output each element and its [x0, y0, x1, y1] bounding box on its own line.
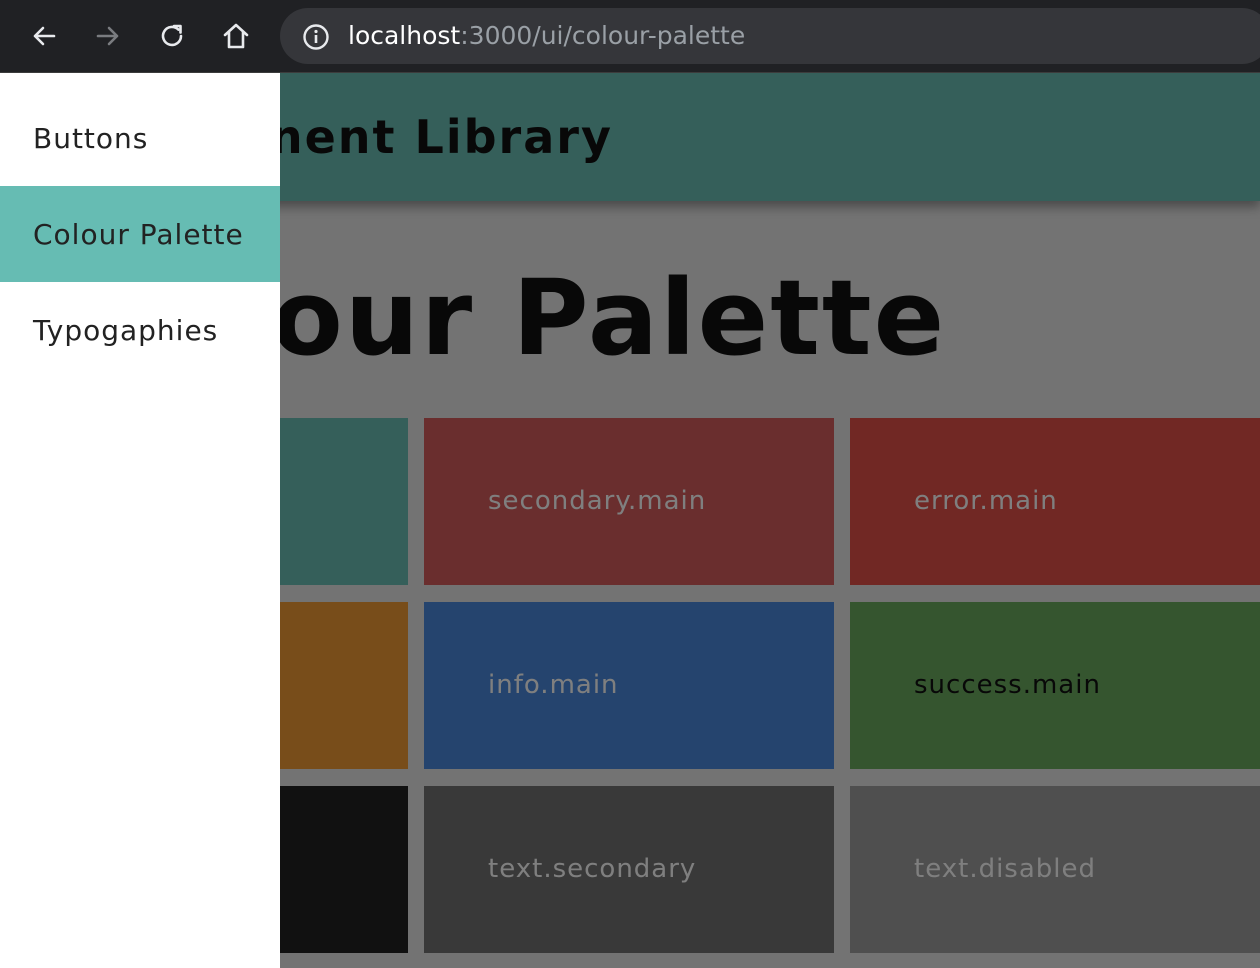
- page-viewport: Component Library Colour Palette primary…: [0, 73, 1260, 968]
- reload-button[interactable]: [148, 12, 196, 60]
- drawer-item-buttons[interactable]: Buttons: [0, 90, 280, 186]
- home-button[interactable]: [212, 12, 260, 60]
- back-icon: [33, 26, 56, 46]
- url-host: localhost: [348, 21, 461, 50]
- address-bar[interactable]: localhost:3000/ui/colour-palette: [280, 8, 1260, 64]
- forward-icon: [96, 26, 119, 46]
- url-path: :3000/ui/colour-palette: [460, 21, 746, 50]
- forward-button[interactable]: [84, 12, 132, 60]
- url-text: localhost:3000/ui/colour-palette: [348, 21, 745, 51]
- drawer-item-typogaphies[interactable]: Typogaphies: [0, 282, 280, 378]
- back-button[interactable]: [20, 12, 68, 60]
- browser-toolbar: localhost:3000/ui/colour-palette: [0, 0, 1260, 73]
- drawer-item-label: Colour Palette: [33, 217, 244, 251]
- nav-drawer: Buttons Colour Palette Typogaphies: [0, 73, 280, 968]
- drawer-item-colour-palette[interactable]: Colour Palette: [0, 186, 280, 282]
- drawer-item-label: Buttons: [33, 121, 149, 155]
- home-icon: [223, 23, 249, 49]
- info-icon[interactable]: [302, 23, 330, 51]
- reload-icon: [161, 24, 183, 47]
- drawer-item-label: Typogaphies: [33, 313, 219, 347]
